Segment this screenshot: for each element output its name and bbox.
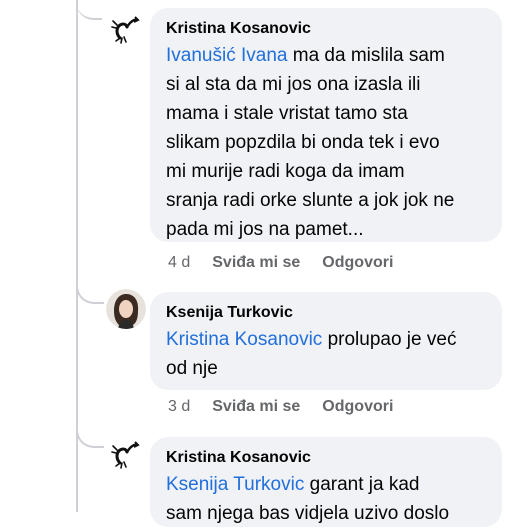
like-button[interactable]: Sviđa mi se xyxy=(212,397,300,417)
comment-text: Ivanušić Ivana ma da mislila sam si al s… xyxy=(166,41,486,244)
avatar[interactable] xyxy=(106,433,146,473)
thread-connector xyxy=(76,424,104,448)
comment-author[interactable]: Kristina Kosanovic xyxy=(166,448,486,468)
reply-button[interactable]: Odgovori xyxy=(322,397,393,417)
profile-photo-icon xyxy=(106,289,146,329)
mention-link[interactable]: Kristina Kosanovic xyxy=(166,329,322,350)
thread-connector xyxy=(76,282,104,304)
comment-line: si al sta da mi jos ona izasla ili xyxy=(166,74,421,95)
thread-connector xyxy=(76,0,102,20)
comment-line: pada mi jos na pamet... xyxy=(166,219,364,240)
comment-line: ma da mislila sam xyxy=(287,45,445,66)
avatar[interactable] xyxy=(106,289,146,329)
timestamp[interactable]: 4 d xyxy=(168,253,190,273)
comment-author[interactable]: Kristina Kosanovic xyxy=(166,19,486,39)
mention-link[interactable]: Ksenija Turkovic xyxy=(166,474,304,495)
comment-line: sam njega bas vidjela uzivo doslo xyxy=(166,503,450,524)
comment-line: slikam popzdila bi onda tek i evo xyxy=(166,132,440,153)
comment-text: Kristina Kosanovic prolupao je već od nj… xyxy=(166,325,486,383)
comment-line: prolupao je već xyxy=(322,329,457,350)
comment-line: od nje xyxy=(166,358,218,379)
avatar[interactable] xyxy=(106,8,146,48)
comment-line: mi murije radi koga da imam xyxy=(166,161,405,182)
comment-line: garant ja kad xyxy=(304,474,420,495)
scorpion-icon xyxy=(106,433,146,473)
comment-line: sranja radi orke slunte a jok jok ne xyxy=(166,190,455,211)
reply-button[interactable]: Odgovori xyxy=(322,253,393,273)
comment-line: mama i stale vristat tamo sta xyxy=(166,103,408,124)
comment-bubble: Kristina Kosanovic Ksenija Turkovic gara… xyxy=(150,437,502,527)
comment-text: Ksenija Turkovic garant ja kad sam njega… xyxy=(166,470,486,528)
comment-actions: 3 d Sviđa mi se Odgovori xyxy=(168,397,393,417)
mention-link[interactable]: Ivanušić Ivana xyxy=(166,45,287,66)
timestamp[interactable]: 3 d xyxy=(168,397,190,417)
comment-bubble: Kristina Kosanovic Ivanušić Ivana ma da … xyxy=(150,8,502,242)
comment-bubble: Ksenija Turkovic Kristina Kosanovic prol… xyxy=(150,292,502,390)
scorpion-icon xyxy=(106,8,146,48)
like-button[interactable]: Sviđa mi se xyxy=(212,253,300,273)
comment-author[interactable]: Ksenija Turkovic xyxy=(166,303,486,323)
comment-actions: 4 d Sviđa mi se Odgovori xyxy=(168,253,393,273)
